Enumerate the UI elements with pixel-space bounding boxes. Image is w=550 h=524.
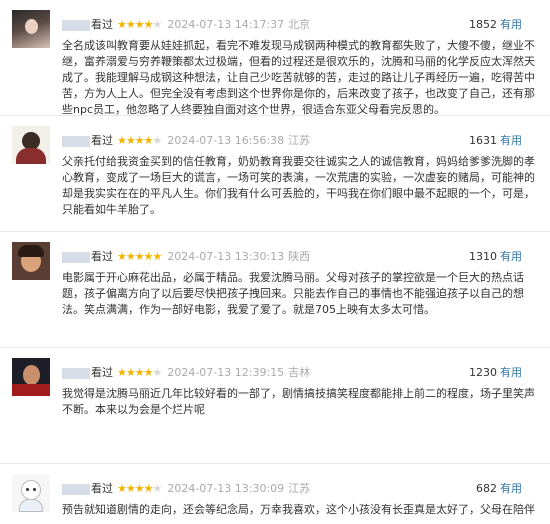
user-avatar[interactable]: [12, 474, 50, 512]
watched-label: 看过: [91, 482, 113, 495]
review-text: 父亲托付给我资金买到的信任教育，奶奶教育我要交往诚实之人的诚信教育，妈妈给爹爹洗…: [62, 155, 535, 216]
review-location: 陕西: [288, 250, 311, 263]
watched-label: 看过: [91, 134, 113, 147]
useful-button[interactable]: 有用: [500, 134, 522, 147]
review-timestamp: 2024-07-13 12:39:15: [167, 366, 285, 379]
review-text: 我觉得是沈腾马丽近几年比较好看的一部了，剧情搞技搞笑程度都能排上前二的程度，场子…: [62, 387, 535, 416]
user-avatar[interactable]: [12, 358, 50, 396]
useful-votes: 1852 有用: [469, 18, 522, 32]
useful-button[interactable]: 有用: [500, 18, 522, 31]
review-timestamp: 2024-07-13 13:30:13: [167, 250, 285, 263]
review-text: 全名成该叫教育要从娃娃抓起，看完不难发现马成钢两种模式的教育都失败了，大傻不傻，…: [62, 39, 535, 116]
review-timestamp: 2024-07-13 14:17:37: [167, 18, 285, 31]
useful-votes: 1631 有用: [469, 134, 522, 148]
review-meta: 看过 ★★★★★ 2024-07-13 13:30:13 陕西: [62, 250, 310, 264]
useful-button[interactable]: 有用: [500, 366, 522, 379]
review-item: 看过 ★★★★★ 2024-07-13 13:30:09 江苏 682 有用 预告就知道…: [0, 464, 550, 524]
user-avatar[interactable]: [12, 126, 50, 164]
rating-stars: ★★★★★: [117, 134, 162, 147]
user-avatar[interactable]: [12, 242, 50, 280]
vote-count: 1631: [469, 134, 497, 147]
rating-stars: ★★★★★: [117, 250, 162, 263]
username-redacted[interactable]: [62, 19, 90, 31]
useful-button[interactable]: 有用: [500, 250, 522, 263]
username-redacted[interactable]: [62, 483, 90, 495]
review-item: 看过 ★★★★★ 2024-07-13 16:56:38 江苏 1631 有用 父亲托付…: [0, 116, 550, 232]
review-text: 电影属于开心麻花出品，必属于精品。我爱沈腾马丽。父母对孩子的掌控欲是一个巨大的热…: [62, 271, 524, 316]
review-meta: 看过 ★★★★★ 2024-07-13 14:17:37 北京: [62, 18, 310, 32]
vote-count: 1852: [469, 18, 497, 31]
username-redacted[interactable]: [62, 251, 90, 263]
username-redacted[interactable]: [62, 367, 90, 379]
review-location: 江苏: [288, 134, 311, 147]
review-meta: 看过 ★★★★★ 2024-07-13 13:30:09 江苏: [62, 482, 310, 496]
watched-label: 看过: [91, 250, 113, 263]
review-item: 看过 ★★★★★ 2024-07-13 14:17:37 北京 1852 有用 全名成该…: [0, 0, 550, 116]
rating-stars: ★★★★★: [117, 18, 162, 31]
review-meta: 看过 ★★★★★ 2024-07-13 16:56:38 江苏: [62, 134, 310, 148]
vote-count: 682: [476, 482, 497, 495]
rating-stars: ★★★★★: [117, 482, 162, 495]
username-redacted[interactable]: [62, 135, 90, 147]
review-item: 看过 ★★★★★ 2024-07-13 13:30:13 陕西 1310 有用 电影属于…: [0, 232, 550, 348]
review-meta: 看过 ★★★★★ 2024-07-13 12:39:15 吉林: [62, 366, 310, 380]
review-item: 看过 ★★★★★ 2024-07-13 12:39:15 吉林 1230 有用 我觉得是…: [0, 348, 550, 464]
user-avatar[interactable]: [12, 10, 50, 48]
useful-votes: 1230 有用: [469, 366, 522, 380]
review-location: 北京: [288, 18, 311, 31]
watched-label: 看过: [91, 18, 113, 31]
useful-votes: 1310 有用: [469, 250, 522, 264]
review-list: 看过 ★★★★★ 2024-07-13 14:17:37 北京 1852 有用 全名成该…: [0, 0, 550, 524]
review-timestamp: 2024-07-13 13:30:09: [167, 482, 285, 495]
review-text: 预告就知道剧情的走向，还会等纪念局，万幸我喜欢，这个小孩没有长歪真是太好了，父母…: [62, 503, 535, 520]
useful-votes: 682 有用: [476, 482, 522, 496]
vote-count: 1230: [469, 366, 497, 379]
useful-button[interactable]: 有用: [500, 482, 522, 495]
review-timestamp: 2024-07-13 16:56:38: [167, 134, 285, 147]
review-location: 江苏: [288, 482, 311, 495]
vote-count: 1310: [469, 250, 497, 263]
watched-label: 看过: [91, 366, 113, 379]
rating-stars: ★★★★★: [117, 366, 162, 379]
review-location: 吉林: [288, 366, 311, 379]
